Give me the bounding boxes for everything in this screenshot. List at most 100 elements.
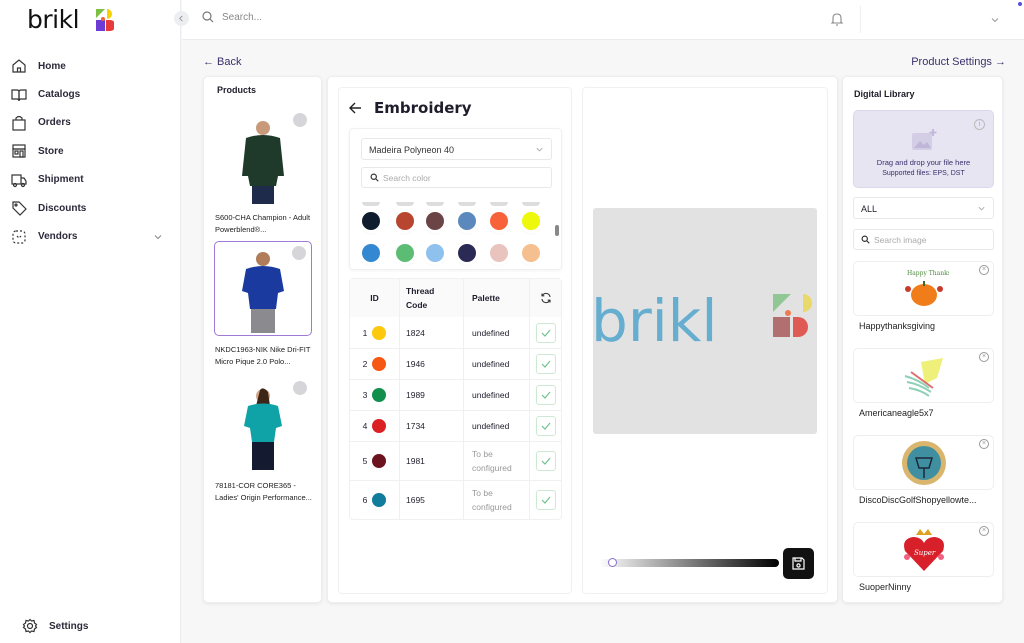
thread-code: 1695 — [400, 481, 464, 519]
thread-color-dot — [372, 419, 387, 433]
confirm-checkbox[interactable] — [535, 490, 556, 510]
sidebar-item-store[interactable]: Store — [0, 137, 181, 165]
remove-icon[interactable]: × — [979, 265, 989, 275]
color-swatch[interactable] — [458, 244, 476, 262]
search-image-input[interactable]: Search image — [853, 229, 994, 250]
product-card[interactable]: NKDC1963-NIK Nike Dri-FIT Micro Pique 2.… — [214, 241, 312, 368]
arrow-left-icon[interactable] — [349, 102, 362, 114]
slider-handle[interactable] — [608, 558, 617, 567]
user-menu-dropdown[interactable] — [860, 6, 1020, 33]
library-title: Digital Library — [854, 89, 915, 99]
confirm-checkbox[interactable] — [535, 354, 556, 374]
search-color-placeholder: Search color — [383, 172, 431, 183]
table-row: 3 1989 undefined — [350, 379, 561, 410]
color-swatch[interactable] — [490, 212, 508, 230]
color-swatch-partial[interactable] — [490, 202, 508, 206]
chevron-down-icon — [991, 18, 999, 23]
thread-code: 1946 — [400, 349, 464, 379]
product-image — [214, 377, 312, 472]
zoom-slider[interactable] — [599, 558, 779, 567]
american-eagle-image — [904, 357, 943, 397]
svg-text:brikl: brikl — [593, 287, 717, 355]
color-swatch[interactable] — [522, 212, 540, 230]
library-item[interactable]: × DiscoDiscGolfShopyellowte... — [853, 435, 994, 505]
global-search-input[interactable]: Search... — [202, 11, 262, 23]
header-id: ID — [350, 279, 400, 317]
library-thumbnail: × — [853, 348, 994, 403]
color-swatch[interactable] — [396, 212, 414, 230]
color-swatch[interactable] — [522, 244, 540, 262]
bell-icon[interactable] — [830, 11, 844, 27]
search-color-input[interactable]: Search color — [361, 167, 552, 188]
thread-id-cell: 1 — [350, 317, 400, 348]
palette-value: undefined — [464, 411, 530, 441]
thread-brand-select[interactable]: Madeira Polyneon 40 — [361, 138, 552, 160]
color-swatch-partial[interactable] — [458, 202, 476, 206]
products-panel: Products S600-CHA Champion - Adult Power… — [203, 76, 322, 603]
tag-icon — [12, 201, 27, 216]
palette-value: undefined — [464, 380, 530, 410]
vendors-icon — [12, 229, 26, 244]
library-item[interactable]: Super × SuoperNinny — [853, 522, 994, 592]
color-swatch-partial[interactable] — [396, 202, 414, 206]
color-swatch[interactable] — [426, 212, 444, 230]
color-swatch[interactable] — [426, 244, 444, 262]
collapse-sidebar-button[interactable] — [174, 11, 189, 26]
share-icon[interactable] — [292, 246, 306, 260]
confirm-checkbox[interactable] — [535, 385, 556, 405]
back-link[interactable]: ← Back — [203, 56, 242, 68]
search-image-placeholder: Search image — [874, 234, 927, 245]
color-swatch[interactable] — [362, 244, 380, 262]
sidebar-item-discounts[interactable]: Discounts — [0, 194, 181, 222]
confirm-checkbox[interactable] — [535, 416, 556, 436]
product-settings-link[interactable]: Product Settings → — [911, 56, 1006, 68]
header-thread-code: Thread Code — [400, 279, 464, 317]
svg-text:Super: Super — [914, 549, 936, 557]
sidebar-item-settings[interactable]: Settings — [11, 612, 88, 640]
digital-library-panel: Digital Library i Drag and drop your fil… — [842, 76, 1003, 603]
color-swatch[interactable] — [396, 244, 414, 262]
info-icon[interactable]: i — [974, 119, 985, 130]
color-swatch-partial[interactable] — [426, 202, 444, 206]
brand-logo[interactable]: brikl — [27, 5, 115, 34]
confirm-checkbox[interactable] — [535, 451, 556, 471]
preview-canvas[interactable]: brikl — [593, 208, 817, 434]
chevron-down-icon[interactable] — [153, 232, 163, 242]
palette-value: To be configured — [464, 442, 530, 480]
thanksgiving-image: Happy Thanksgiving — [904, 270, 949, 306]
table-row: 6 1695 To be configured — [350, 480, 561, 519]
save-button[interactable] — [783, 548, 814, 579]
refresh-button[interactable] — [530, 279, 561, 317]
color-swatch[interactable] — [490, 244, 508, 262]
share-icon[interactable] — [293, 113, 307, 127]
sidebar-item-catalogs[interactable]: Catalogs — [0, 80, 181, 108]
search-icon — [202, 11, 214, 23]
library-item[interactable]: Happy Thanksgiving × Happythanksgiving — [853, 261, 994, 331]
sidebar-item-shipment[interactable]: Shipment — [0, 166, 181, 194]
library-filter-select[interactable]: ALL — [853, 197, 994, 219]
product-card[interactable]: S600-CHA Champion - Adult Powerblend®... — [214, 109, 312, 236]
sidebar-item-home[interactable]: Home — [0, 52, 181, 80]
remove-icon[interactable]: × — [979, 439, 989, 449]
color-swatch[interactable] — [362, 212, 380, 230]
share-icon[interactable] — [293, 381, 307, 395]
file-dropzone[interactable]: i Drag and drop your file here Supported… — [853, 110, 994, 188]
color-swatch-partial[interactable] — [362, 202, 380, 206]
library-item[interactable]: × Americaneagle5x7 — [853, 348, 994, 418]
refresh-icon — [540, 292, 551, 304]
remove-icon[interactable]: × — [979, 526, 989, 536]
sidebar-item-label: Catalogs — [38, 89, 81, 101]
chevron-down-icon — [536, 147, 543, 152]
product-card[interactable]: 78181-COR CORE365 - Ladies' Origin Perfo… — [214, 377, 312, 504]
search-icon — [861, 235, 870, 244]
sidebar-item-orders[interactable]: Orders — [0, 109, 181, 137]
color-swatch[interactable] — [458, 212, 476, 230]
remove-icon[interactable]: × — [979, 352, 989, 362]
supported-files-text: Supported files: EPS, DST — [882, 170, 965, 177]
table-header: ID Thread Code Palette — [350, 279, 561, 317]
sidebar-item-vendors[interactable]: Vendors — [0, 222, 181, 250]
thread-id: 6 — [362, 495, 368, 505]
confirm-checkbox[interactable] — [535, 322, 556, 343]
color-swatch-partial[interactable] — [522, 202, 540, 206]
swatch-scrollbar[interactable] — [555, 225, 559, 236]
